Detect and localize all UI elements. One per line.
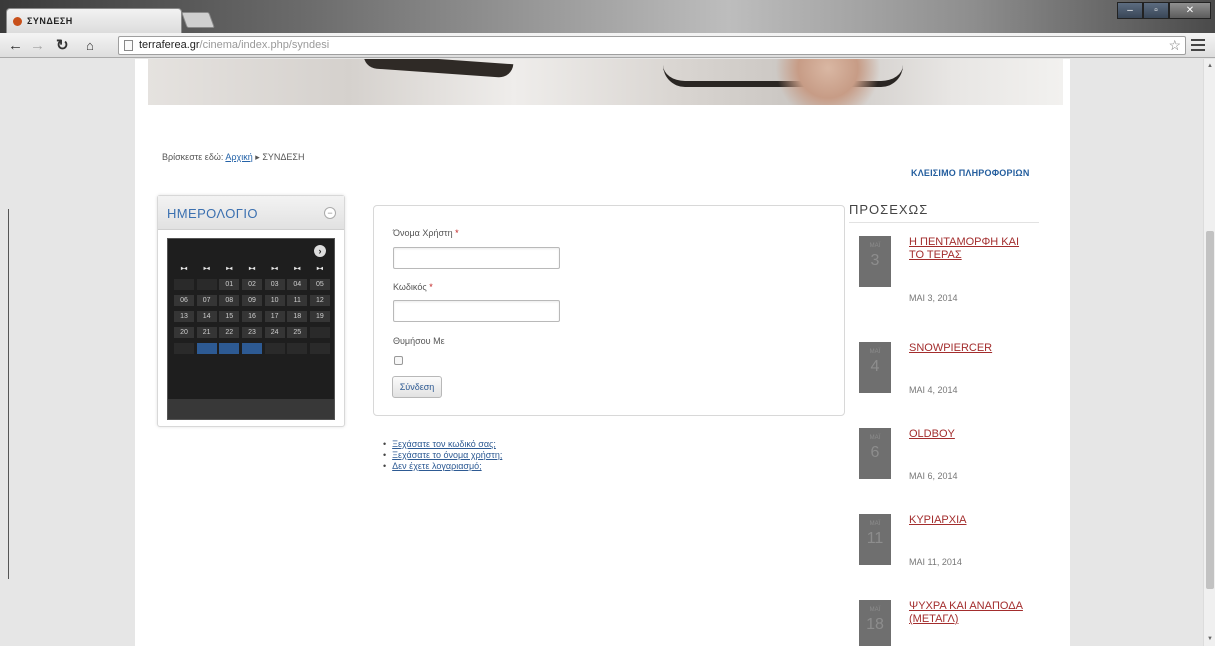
reload-icon[interactable]: ↻ <box>56 37 69 54</box>
password-input[interactable] <box>393 300 560 322</box>
home-icon[interactable]: ⌂ <box>86 37 94 54</box>
calendar-weekday-row: ▸◂ ▸◂ ▸◂ ▸◂ ▸◂ ▸◂ ▸◂ <box>180 266 323 272</box>
header-banner-image <box>148 59 1063 105</box>
page-viewport: Βρίσκεστε εδώ: Αρχική ▸ ΣΥΝΔΕΣΗ ΚΛΕΙΣΙΜΟ… <box>0 59 1203 646</box>
menu-icon[interactable] <box>1191 39 1205 54</box>
next-month-icon[interactable]: › <box>314 245 326 257</box>
tab-title: ΣΥΝΔΕΣΗ <box>27 16 73 26</box>
calendar-week <box>174 343 330 354</box>
calendar-week: 01 02 03 04 05 <box>174 279 330 290</box>
password-label: Κωδικός * <box>393 282 433 292</box>
event-title-link[interactable]: Η ΠΕΝΤΑΜΟΡΦΗ ΚΑΙ ΤΟ ΤΕΡΑΣ <box>909 236 1029 262</box>
back-icon[interactable]: ← <box>8 37 23 54</box>
list-item: Δεν έχετε λογαριασμό; <box>383 461 502 472</box>
browser-toolbar: ← → ↻ ⌂ terraferea.gr/cinema/index.php/s… <box>0 33 1215 58</box>
calendar-footer <box>168 399 334 419</box>
list-item: Ξεχάσατε τον κωδικό σας; <box>383 439 502 450</box>
event-title-link[interactable]: ΨΥΧΡΑ ΚΑΙ ΑΝΑΠΟΔΑ (ΜΕΤΑΓΛ) <box>909 600 1029 626</box>
page-container: Βρίσκεστε εδώ: Αρχική ▸ ΣΥΝΔΕΣΗ ΚΛΕΙΣΙΜΟ… <box>135 59 1070 646</box>
breadcrumb-home-link[interactable]: Αρχική <box>225 152 252 162</box>
url-path: /cinema/index.php/syndesi <box>199 39 330 51</box>
calendar-week: 13 14 15 16 17 18 19 <box>174 311 330 322</box>
favicon-icon <box>13 16 22 26</box>
username-input[interactable] <box>393 247 560 269</box>
event-date-badge: ΜΑΪ 11 <box>859 514 891 565</box>
event-date: ΜΑΙ 11, 2014 <box>909 557 962 567</box>
maximize-icon[interactable]: ▫ <box>1143 2 1169 19</box>
forward-icon[interactable]: → <box>30 37 45 54</box>
page-icon <box>124 40 133 51</box>
event-title-link[interactable]: ΚΥΡΙΑΡΧΙΑ <box>909 514 1029 527</box>
calendar-header: ΗΜΕΡΟΛΟΓΙΟ − <box>158 196 344 230</box>
event-date-badge: ΜΑΪ 3 <box>859 236 891 287</box>
collapse-icon[interactable]: − <box>324 207 336 219</box>
browser-titlebar: ΣΥΝΔΕΣΗ – ▫ ✕ <box>0 0 1215 33</box>
minimize-icon[interactable]: – <box>1117 2 1143 19</box>
event-date-badge: ΜΑΪ 18 <box>859 600 891 646</box>
calendar-week: 20 21 22 23 24 25 <box>174 327 330 338</box>
browser-tab[interactable]: ΣΥΝΔΕΣΗ <box>6 8 182 33</box>
remember-checkbox[interactable] <box>394 356 403 365</box>
calendar-week: 06 07 08 09 10 11 12 <box>174 295 330 306</box>
address-bar[interactable]: terraferea.gr/cinema/index.php/syndesi <box>118 36 1186 55</box>
calendar-module: ΗΜΕΡΟΛΟΓΙΟ − › ▸◂ ▸◂ ▸◂ ▸◂ ▸◂ ▸◂ ▸◂ 01 02 03 04 05… <box>157 195 345 427</box>
login-help-links: Ξεχάσατε τον κωδικό σας; Ξεχάσατε το όνο… <box>383 439 502 472</box>
event-date-badge: ΜΑΪ 6 <box>859 428 891 479</box>
list-item: Ξεχάσατε το όνομα χρήστη; <box>383 450 502 461</box>
bookmark-star-icon[interactable]: ☆ <box>1168 37 1181 54</box>
divider <box>849 222 1039 223</box>
calendar-widget: › ▸◂ ▸◂ ▸◂ ▸◂ ▸◂ ▸◂ ▸◂ 01 02 03 04 05 06 07 08 09 10 11… <box>167 238 335 420</box>
window-controls: – ▫ ✕ <box>1117 2 1211 19</box>
event-title-link[interactable]: OLDBOY <box>909 428 1029 441</box>
event-date: ΜΑΙ 4, 2014 <box>909 385 958 395</box>
new-tab-button[interactable] <box>181 12 215 28</box>
close-icon[interactable]: ✕ <box>1169 2 1211 19</box>
page-divider <box>8 209 9 579</box>
event-date-badge: ΜΑΪ 4 <box>859 342 891 393</box>
scrollbar-thumb[interactable] <box>1206 231 1214 589</box>
scroll-up-icon[interactable]: ▲ <box>1207 63 1213 69</box>
event-date: ΜΑΙ 3, 2014 <box>909 293 958 303</box>
remember-label: Θυμήσου Με <box>393 336 445 346</box>
url-host: terraferea.gr <box>139 39 200 51</box>
login-form: Όνομα Χρήστη * Κωδικός * Θυμήσου Με Σύνδ… <box>373 205 845 416</box>
event-date: ΜΑΙ 6, 2014 <box>909 471 958 481</box>
vertical-scrollbar[interactable]: ▲ ▼ <box>1203 59 1215 646</box>
breadcrumb-current: ΣΥΝΔΕΣΗ <box>262 152 305 162</box>
forgot-password-link[interactable]: Ξεχάσατε τον κωδικό σας; <box>392 439 496 449</box>
close-info-link[interactable]: ΚΛΕΙΣΙΜΟ ΠΛΗΡΟΦΟΡΙΩΝ <box>911 168 1030 178</box>
breadcrumb: Βρίσκεστε εδώ: Αρχική ▸ ΣΥΝΔΕΣΗ <box>162 152 304 163</box>
event-title-link[interactable]: SNOWPIERCER <box>909 342 1029 355</box>
upcoming-title: ΠΡΟΣΕΧΩΣ <box>849 202 929 217</box>
forgot-username-link[interactable]: Ξεχάσατε το όνομα χρήστη; <box>392 450 502 460</box>
breadcrumb-prefix: Βρίσκεστε εδώ: <box>162 152 224 162</box>
register-link[interactable]: Δεν έχετε λογαριασμό; <box>392 461 481 471</box>
breadcrumb-separator: ▸ <box>255 152 260 162</box>
login-button[interactable]: Σύνδεση <box>392 376 442 398</box>
scroll-down-icon[interactable]: ▼ <box>1207 636 1213 642</box>
calendar-title: ΗΜΕΡΟΛΟΓΙΟ <box>167 206 258 221</box>
username-label: Όνομα Χρήστη * <box>393 228 459 238</box>
